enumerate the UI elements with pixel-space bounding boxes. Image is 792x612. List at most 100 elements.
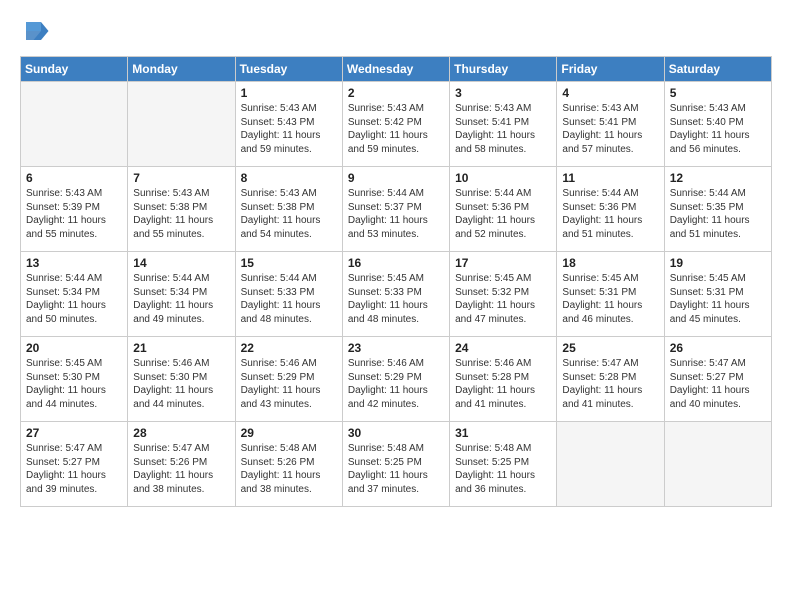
col-header-thursday: Thursday xyxy=(450,57,557,82)
cell-content: Sunrise: 5:47 AMSunset: 5:27 PMDaylight:… xyxy=(670,357,766,411)
cell-content: Sunrise: 5:43 AMSunset: 5:41 PMDaylight:… xyxy=(562,102,658,156)
day-number: 1 xyxy=(241,86,337,100)
day-number: 28 xyxy=(133,426,229,440)
cell-content: Sunrise: 5:47 AMSunset: 5:27 PMDaylight:… xyxy=(26,442,122,496)
day-cell: 17 Sunrise: 5:45 AMSunset: 5:32 PMDayligh… xyxy=(450,252,557,337)
logo xyxy=(20,16,52,46)
day-number: 21 xyxy=(133,341,229,355)
day-cell xyxy=(21,82,128,167)
day-number: 13 xyxy=(26,256,122,270)
col-header-monday: Monday xyxy=(128,57,235,82)
day-cell: 3 Sunrise: 5:43 AMSunset: 5:41 PMDaylight… xyxy=(450,82,557,167)
day-cell: 13 Sunrise: 5:44 AMSunset: 5:34 PMDayligh… xyxy=(21,252,128,337)
cell-content: Sunrise: 5:46 AMSunset: 5:29 PMDaylight:… xyxy=(241,357,337,411)
cell-content: Sunrise: 5:46 AMSunset: 5:30 PMDaylight:… xyxy=(133,357,229,411)
cell-content: Sunrise: 5:46 AMSunset: 5:28 PMDaylight:… xyxy=(455,357,551,411)
cell-content: Sunrise: 5:43 AMSunset: 5:41 PMDaylight:… xyxy=(455,102,551,156)
day-cell xyxy=(128,82,235,167)
cell-content: Sunrise: 5:45 AMSunset: 5:31 PMDaylight:… xyxy=(562,272,658,326)
day-number: 20 xyxy=(26,341,122,355)
cell-content: Sunrise: 5:44 AMSunset: 5:35 PMDaylight:… xyxy=(670,187,766,241)
cell-content: Sunrise: 5:43 AMSunset: 5:43 PMDaylight:… xyxy=(241,102,337,156)
day-cell xyxy=(557,422,664,507)
day-number: 27 xyxy=(26,426,122,440)
cell-content: Sunrise: 5:44 AMSunset: 5:36 PMDaylight:… xyxy=(562,187,658,241)
day-number: 4 xyxy=(562,86,658,100)
header xyxy=(20,16,772,46)
cell-content: Sunrise: 5:48 AMSunset: 5:26 PMDaylight:… xyxy=(241,442,337,496)
day-cell: 5 Sunrise: 5:43 AMSunset: 5:40 PMDaylight… xyxy=(664,82,771,167)
day-cell: 2 Sunrise: 5:43 AMSunset: 5:42 PMDaylight… xyxy=(342,82,449,167)
cell-content: Sunrise: 5:48 AMSunset: 5:25 PMDaylight:… xyxy=(455,442,551,496)
day-cell: 29Sunrise: 5:48 AMSunset: 5:26 PMDayligh… xyxy=(235,422,342,507)
cell-content: Sunrise: 5:48 AMSunset: 5:25 PMDaylight:… xyxy=(348,442,444,496)
day-cell: 30 Sunrise: 5:48 AMSunset: 5:25 PMDayligh… xyxy=(342,422,449,507)
day-cell: 21 Sunrise: 5:46 AMSunset: 5:30 PMDayligh… xyxy=(128,337,235,422)
day-number: 22 xyxy=(241,341,337,355)
day-cell: 24 Sunrise: 5:46 AMSunset: 5:28 PMDayligh… xyxy=(450,337,557,422)
day-cell: 26 Sunrise: 5:47 AMSunset: 5:27 PMDayligh… xyxy=(664,337,771,422)
day-number: 31 xyxy=(455,426,551,440)
cell-content: Sunrise: 5:43 AMSunset: 5:40 PMDaylight:… xyxy=(670,102,766,156)
week-row-4: 20 Sunrise: 5:45 AMSunset: 5:30 PMDayligh… xyxy=(21,337,772,422)
day-number: 9 xyxy=(348,171,444,185)
cell-content: Sunrise: 5:46 AMSunset: 5:29 PMDaylight:… xyxy=(348,357,444,411)
cell-content: Sunrise: 5:47 AMSunset: 5:26 PMDaylight:… xyxy=(133,442,229,496)
cell-content: Sunrise: 5:43 AMSunset: 5:42 PMDaylight:… xyxy=(348,102,444,156)
day-cell: 16 Sunrise: 5:45 AMSunset: 5:33 PMDayligh… xyxy=(342,252,449,337)
day-number: 15 xyxy=(241,256,337,270)
day-cell: 19 Sunrise: 5:45 AMSunset: 5:31 PMDayligh… xyxy=(664,252,771,337)
day-cell: 18 Sunrise: 5:45 AMSunset: 5:31 PMDayligh… xyxy=(557,252,664,337)
day-cell: 20 Sunrise: 5:45 AMSunset: 5:30 PMDayligh… xyxy=(21,337,128,422)
cell-content: Sunrise: 5:45 AMSunset: 5:33 PMDaylight:… xyxy=(348,272,444,326)
day-number: 17 xyxy=(455,256,551,270)
day-cell: 6 Sunrise: 5:43 AMSunset: 5:39 PMDaylight… xyxy=(21,167,128,252)
day-cell: 11Sunrise: 5:44 AMSunset: 5:36 PMDayligh… xyxy=(557,167,664,252)
day-number: 10 xyxy=(455,171,551,185)
day-number: 24 xyxy=(455,341,551,355)
day-number: 7 xyxy=(133,171,229,185)
cell-content: Sunrise: 5:44 AMSunset: 5:34 PMDaylight:… xyxy=(26,272,122,326)
day-number: 5 xyxy=(670,86,766,100)
day-number: 19 xyxy=(670,256,766,270)
week-row-3: 13 Sunrise: 5:44 AMSunset: 5:34 PMDayligh… xyxy=(21,252,772,337)
day-cell: 25Sunrise: 5:47 AMSunset: 5:28 PMDayligh… xyxy=(557,337,664,422)
day-number: 2 xyxy=(348,86,444,100)
day-cell: 7 Sunrise: 5:43 AMSunset: 5:38 PMDaylight… xyxy=(128,167,235,252)
day-number: 25 xyxy=(562,341,658,355)
day-cell: 23 Sunrise: 5:46 AMSunset: 5:29 PMDayligh… xyxy=(342,337,449,422)
day-cell: 15Sunrise: 5:44 AMSunset: 5:33 PMDayligh… xyxy=(235,252,342,337)
day-cell: 31 Sunrise: 5:48 AMSunset: 5:25 PMDayligh… xyxy=(450,422,557,507)
cell-content: Sunrise: 5:44 AMSunset: 5:37 PMDaylight:… xyxy=(348,187,444,241)
day-number: 30 xyxy=(348,426,444,440)
day-number: 26 xyxy=(670,341,766,355)
col-header-tuesday: Tuesday xyxy=(235,57,342,82)
cell-content: Sunrise: 5:43 AMSunset: 5:38 PMDaylight:… xyxy=(133,187,229,241)
cell-content: Sunrise: 5:45 AMSunset: 5:32 PMDaylight:… xyxy=(455,272,551,326)
col-header-saturday: Saturday xyxy=(664,57,771,82)
day-cell: 14 Sunrise: 5:44 AMSunset: 5:34 PMDayligh… xyxy=(128,252,235,337)
day-cell xyxy=(664,422,771,507)
day-cell: 1 Sunrise: 5:43 AMSunset: 5:43 PMDaylight… xyxy=(235,82,342,167)
day-number: 18 xyxy=(562,256,658,270)
day-number: 23 xyxy=(348,341,444,355)
day-number: 14 xyxy=(133,256,229,270)
cell-content: Sunrise: 5:44 AMSunset: 5:34 PMDaylight:… xyxy=(133,272,229,326)
col-header-wednesday: Wednesday xyxy=(342,57,449,82)
col-header-sunday: Sunday xyxy=(21,57,128,82)
day-cell: 10 Sunrise: 5:44 AMSunset: 5:36 PMDayligh… xyxy=(450,167,557,252)
day-number: 16 xyxy=(348,256,444,270)
cell-content: Sunrise: 5:43 AMSunset: 5:38 PMDaylight:… xyxy=(241,187,337,241)
day-number: 3 xyxy=(455,86,551,100)
page: SundayMondayTuesdayWednesdayThursdayFrid… xyxy=(0,0,792,517)
cell-content: Sunrise: 5:45 AMSunset: 5:30 PMDaylight:… xyxy=(26,357,122,411)
week-row-1: 1 Sunrise: 5:43 AMSunset: 5:43 PMDaylight… xyxy=(21,82,772,167)
day-cell: 4 Sunrise: 5:43 AMSunset: 5:41 PMDaylight… xyxy=(557,82,664,167)
cell-content: Sunrise: 5:43 AMSunset: 5:39 PMDaylight:… xyxy=(26,187,122,241)
cell-content: Sunrise: 5:45 AMSunset: 5:31 PMDaylight:… xyxy=(670,272,766,326)
day-cell: 27 Sunrise: 5:47 AMSunset: 5:27 PMDayligh… xyxy=(21,422,128,507)
cell-content: Sunrise: 5:44 AMSunset: 5:36 PMDaylight:… xyxy=(455,187,551,241)
day-number: 6 xyxy=(26,171,122,185)
day-number: 12 xyxy=(670,171,766,185)
day-cell: 28 Sunrise: 5:47 AMSunset: 5:26 PMDayligh… xyxy=(128,422,235,507)
